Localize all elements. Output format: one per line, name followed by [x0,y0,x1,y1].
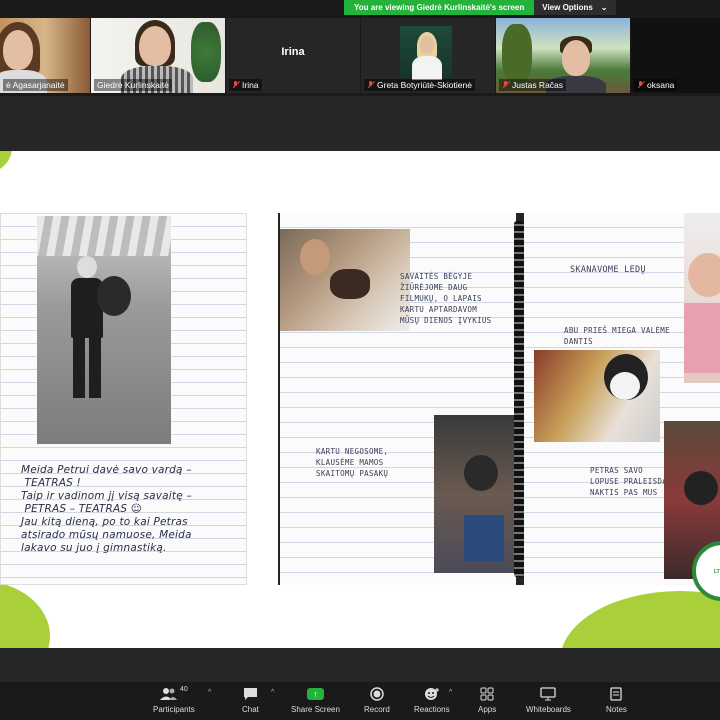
participant-face [3,30,33,70]
whiteboards-label: Whiteboards [526,705,571,714]
reactions-label: Reactions [414,705,450,714]
shared-screen: Meida Petrui davė savo vardą – TEATRAS !… [0,151,720,648]
participants-button[interactable]: 40 Participants [153,685,195,715]
record-button[interactable]: Record [364,685,390,714]
mic-muted-icon [637,81,644,89]
notebook-page-left: Meida Petrui davė savo vardą – TEATRAS !… [0,213,247,585]
whiteboards-button[interactable]: Whiteboards [526,685,571,714]
notes-icon [610,685,623,703]
photo-face [688,253,720,297]
mic-muted-icon [232,81,239,89]
participant-tile-1[interactable]: ė Agasarjanaitė [0,18,90,93]
notes-label: Notes [606,705,627,714]
handwritten-note: SKANAVOME LEDŲ [570,265,646,275]
participant-video [400,26,452,80]
notes-button[interactable]: Notes [606,685,627,714]
photo-girl-with-plush [37,216,171,444]
photo-plush-toy [97,276,131,316]
participant-face [562,40,590,76]
decor-blob [560,591,720,648]
reactions-icon [424,685,440,703]
photo-child-leg [73,336,85,398]
chat-caret-icon[interactable]: ^ [271,689,274,696]
chat-icon [243,685,258,703]
handwritten-note: ABU PRIEŠ MIEGA VALĖME DANTIS [564,326,670,346]
photo-plush-toy [464,455,498,491]
photo-ceiling [37,216,171,256]
photo-child-eating-ice-cream [684,213,720,383]
participant-tile-4[interactable]: Greta Botyriūtė-Skiotienė [361,18,495,93]
tree-decor [502,24,532,84]
participants-icon: 40 [160,685,188,703]
photo-brushing-teeth [534,350,660,442]
participant-tile-2[interactable]: Giedrė Kurlinskaitė [91,18,225,93]
apps-icon [480,685,494,703]
photo-shirt [684,303,720,373]
participant-name: Greta Botyriūtė-Skiotienė [364,79,475,91]
photo-book [464,515,504,561]
share-screen-button[interactable]: ↑ Share Screen [291,685,340,714]
photo-plush-toy [684,471,718,505]
handwritten-note: KARTU NEGOSOME, KLAUSĖME MAMOS SKAITOMŲ … [316,447,389,478]
apps-label: Apps [478,705,497,714]
viewing-banner: You are viewing Giedrė Kurlinskaitė's sc… [344,0,616,15]
participant-name: ė Agasarjanaitė [3,79,68,91]
participant-shoulders [412,56,442,80]
notebook-spread: SAVAITĖS BĖGYJE ŽIŪRĖJOME DAUG FILMUKŲ, … [278,213,720,585]
record-label: Record [364,705,390,714]
apps-button[interactable]: Apps [478,685,496,714]
notebook-page-middle: SAVAITĖS BĖGYJE ŽIŪRĖJOME DAUG FILMUKŲ, … [280,213,516,585]
photo-plush-with-book [434,415,514,573]
handwritten-note: SAVAITĖS BĖGYJE ŽIŪRĖJOME DAUG FILMUKŲ, … [400,272,492,325]
participants-count: 40 [180,685,188,693]
photo-child-leg [89,336,101,398]
participant-tile-5[interactable]: Justas Račas [496,18,630,93]
participant-face [139,26,171,66]
photo-plush-toy [330,269,370,299]
participant-tile-3[interactable]: Irina Irina [226,18,360,93]
mic-muted-icon [502,81,509,89]
participants-caret-icon[interactable]: ^ [208,689,211,696]
decor-blob [0,151,12,173]
chevron-down-icon: ⌄ [600,3,608,12]
view-options-button[interactable]: View Options ⌄ [534,0,616,15]
meeting-toolbar: 40 Participants ^ Chat ^ ↑ Share Screen … [0,682,720,720]
photo-face [300,239,330,275]
plant-decor [191,22,221,82]
participants-label: Participants [153,705,195,714]
reactions-button[interactable]: Reactions [414,685,450,714]
participant-video-off-label: Irina [281,46,305,58]
photo-reading-in-bed [280,229,410,331]
chat-label: Chat [242,705,259,714]
share-screen-icon: ↑ [306,685,324,703]
participant-tile-6[interactable]: oksana [631,18,720,93]
record-icon [370,685,384,703]
share-screen-label: Share Screen [291,705,340,714]
photo-child-head [77,256,97,278]
viewing-banner-text: You are viewing Giedrė Kurlinskaitė's sc… [344,0,535,15]
chat-button[interactable]: Chat [242,685,259,714]
participant-face [420,36,434,54]
notebook-spiral [514,221,524,577]
mic-muted-icon [367,81,374,89]
notebook-page-right: SKANAVOME LEDŲ ABU PRIEŠ MIEGA VALĖME DA… [524,213,720,585]
handwritten-caption: Meida Petrui davė savo vardą – TEATRAS !… [21,464,192,554]
reactions-caret-icon[interactable]: ^ [449,689,452,696]
decor-blob [0,581,50,648]
view-options-label: View Options [542,3,593,12]
participant-name: oksana [634,79,678,91]
participant-name: Giedrė Kurlinskaitė [94,79,172,91]
participant-name: Justas Račas [499,79,567,91]
separator-area [0,96,720,151]
lower-separator [0,648,720,682]
photo-plush-face [610,372,640,400]
whiteboard-icon [540,685,557,703]
participant-name: Irina [229,79,262,91]
